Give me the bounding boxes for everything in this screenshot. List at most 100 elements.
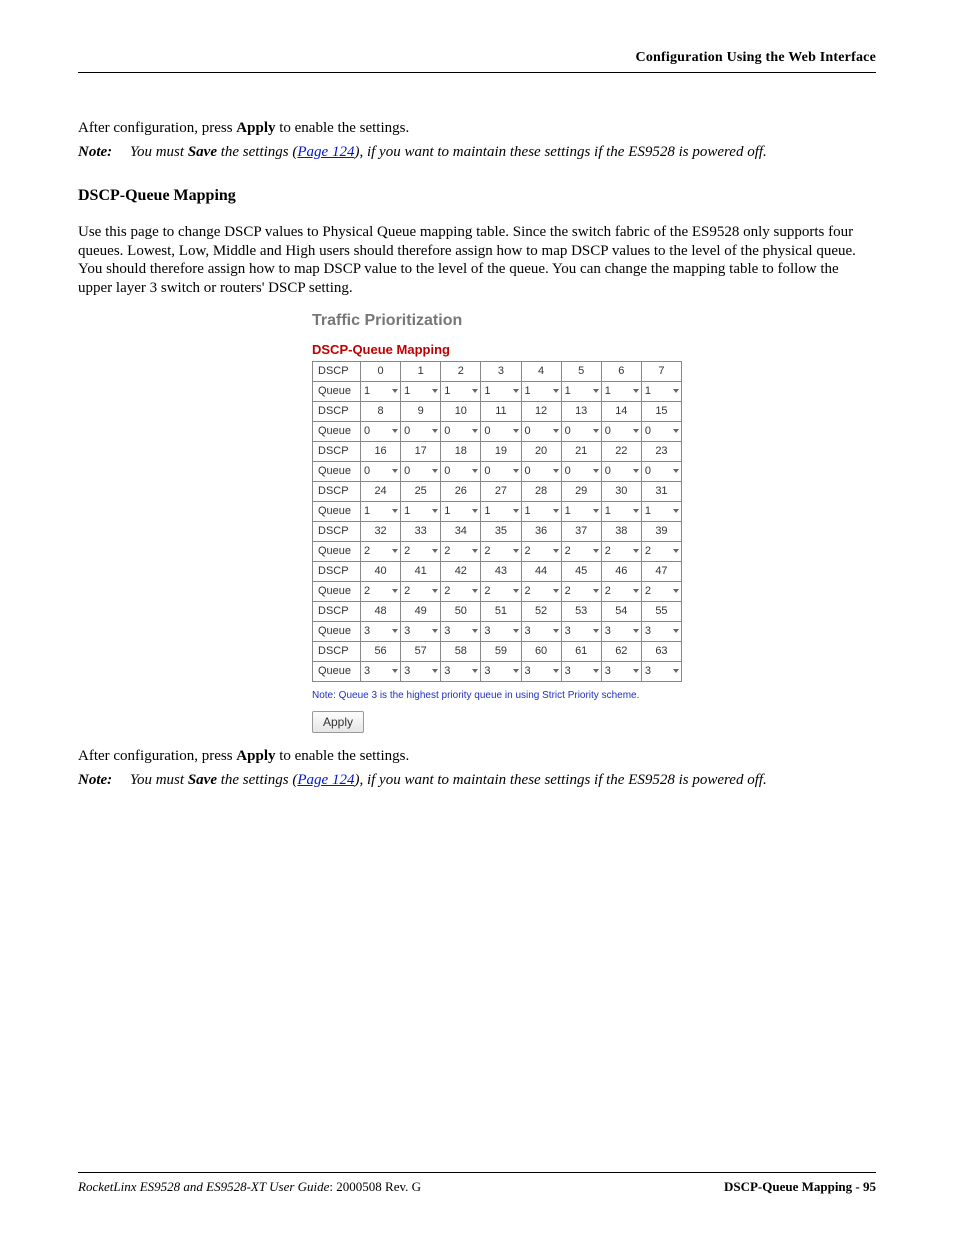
queue-cell: 0 [401,461,441,481]
queue-select[interactable]: 3 [642,623,681,640]
queue-select[interactable]: 3 [401,663,440,680]
queue-select[interactable]: 2 [441,583,480,600]
queue-cell: 2 [641,581,681,601]
queue-select[interactable]: 3 [361,623,400,640]
text: to enable the settings. [275,120,409,136]
queue-select[interactable]: 2 [522,583,561,600]
queue-cell: 0 [641,461,681,481]
queue-select[interactable]: 0 [562,423,601,440]
queue-select[interactable]: 1 [602,503,641,520]
queue-select[interactable]: 0 [361,463,400,480]
queue-select[interactable]: 1 [361,383,400,400]
queue-select[interactable]: 1 [401,503,440,520]
queue-cell: 3 [641,621,681,641]
chevron-down-icon [513,509,519,513]
dscp-value: 28 [521,481,561,501]
dscp-row-label: DSCP [313,561,361,581]
queue-select[interactable]: 0 [401,463,440,480]
queue-select[interactable]: 1 [481,503,520,520]
queue-select[interactable]: 1 [642,383,681,400]
queue-select[interactable]: 0 [522,463,561,480]
dscp-value: 5 [561,361,601,381]
queue-select[interactable]: 0 [361,423,400,440]
queue-select[interactable]: 1 [522,503,561,520]
queue-select[interactable]: 2 [481,583,520,600]
queue-select[interactable]: 2 [361,543,400,560]
queue-select[interactable]: 0 [602,423,641,440]
queue-select[interactable]: 1 [642,503,681,520]
queue-select-value: 3 [404,625,410,637]
queue-select[interactable]: 1 [562,383,601,400]
queue-select[interactable]: 0 [562,463,601,480]
queue-select[interactable]: 3 [602,663,641,680]
queue-select[interactable]: 0 [642,423,681,440]
queue-select[interactable]: 3 [562,623,601,640]
queue-select[interactable]: 3 [441,663,480,680]
chevron-down-icon [633,389,639,393]
queue-cell: 0 [561,421,601,441]
queue-select[interactable]: 2 [441,543,480,560]
queue-select-value: 3 [364,625,370,637]
chevron-down-icon [593,429,599,433]
queue-select[interactable]: 3 [441,623,480,640]
queue-select[interactable]: 2 [522,543,561,560]
queue-cell: 1 [601,381,641,401]
chevron-down-icon [472,469,478,473]
queue-select[interactable]: 0 [522,423,561,440]
queue-select[interactable]: 1 [441,383,480,400]
queue-select[interactable]: 1 [481,383,520,400]
apply-button[interactable]: Apply [312,711,364,733]
queue-select[interactable]: 0 [481,423,520,440]
page-link[interactable]: Page 124 [297,144,354,160]
queue-select[interactable]: 0 [441,423,480,440]
queue-select[interactable]: 2 [642,583,681,600]
queue-select[interactable]: 2 [481,543,520,560]
queue-select[interactable]: 3 [522,623,561,640]
queue-select[interactable]: 1 [562,503,601,520]
queue-select[interactable]: 1 [361,503,400,520]
chevron-down-icon [392,429,398,433]
queue-select[interactable]: 2 [562,583,601,600]
queue-select[interactable]: 3 [481,663,520,680]
queue-select[interactable]: 0 [642,463,681,480]
queue-select[interactable]: 2 [602,543,641,560]
queue-select[interactable]: 2 [602,583,641,600]
queue-select[interactable]: 1 [441,503,480,520]
queue-select[interactable]: 3 [562,663,601,680]
chevron-down-icon [673,429,679,433]
queue-select[interactable]: 1 [522,383,561,400]
queue-select[interactable]: 0 [441,463,480,480]
queue-select[interactable]: 3 [522,663,561,680]
queue-select[interactable]: 1 [401,383,440,400]
queue-cell: 1 [561,501,601,521]
queue-cell: 2 [601,541,641,561]
chevron-down-icon [553,389,559,393]
chevron-down-icon [392,469,398,473]
queue-row-label: Queue [313,421,361,441]
queue-select[interactable]: 3 [481,623,520,640]
queue-row-label: Queue [313,461,361,481]
queue-select[interactable]: 3 [642,663,681,680]
queue-select[interactable]: 3 [602,623,641,640]
page-link[interactable]: Page 124 [297,772,354,788]
apply-word: Apply [236,748,275,764]
queue-select[interactable]: 2 [642,543,681,560]
queue-select[interactable]: 1 [602,383,641,400]
queue-select[interactable]: 2 [401,583,440,600]
ui-title: Traffic Prioritization [312,312,690,330]
dscp-value: 61 [561,641,601,661]
chevron-down-icon [472,389,478,393]
queue-select[interactable]: 2 [401,543,440,560]
dscp-value: 60 [521,641,561,661]
queue-select[interactable]: 2 [562,543,601,560]
dscp-value: 34 [441,521,481,541]
queue-select-value: 3 [484,625,490,637]
queue-select[interactable]: 3 [361,663,400,680]
dscp-value: 31 [641,481,681,501]
queue-select[interactable]: 0 [481,463,520,480]
text: After configuration, press [78,748,236,764]
queue-select[interactable]: 2 [361,583,400,600]
queue-select[interactable]: 0 [602,463,641,480]
queue-select[interactable]: 0 [401,423,440,440]
queue-select[interactable]: 3 [401,623,440,640]
